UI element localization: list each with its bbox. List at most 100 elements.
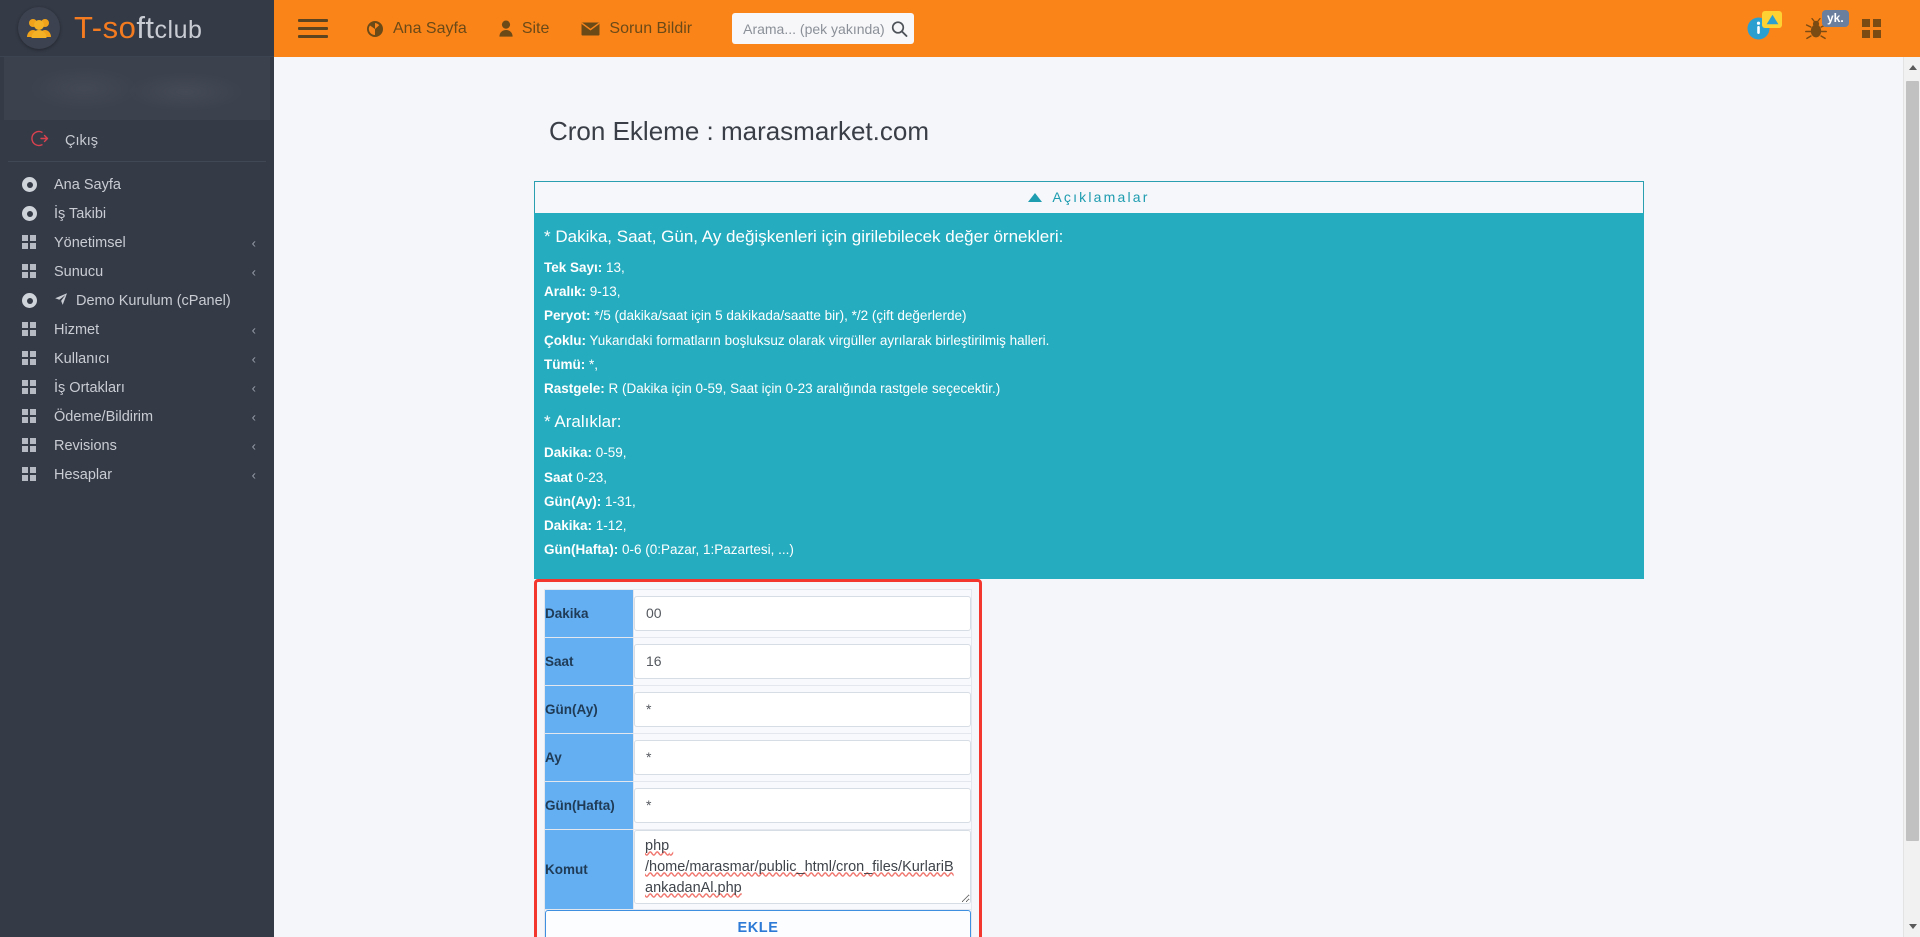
info-desc: 9-13, xyxy=(586,284,621,300)
info-desc: 13, xyxy=(602,259,625,275)
app-root: T-softclub Çıkış Ana Sayfa İş Takibi Yön… xyxy=(0,0,1920,937)
gun-ay-input[interactable] xyxy=(634,691,971,727)
sidebar-item-yonetimsel[interactable]: Yönetimsel ‹ xyxy=(0,228,274,257)
field-label: Dakika xyxy=(544,588,634,638)
sidebar-item-label: Hizmet xyxy=(54,321,100,338)
logout-label: Çıkış xyxy=(65,132,99,149)
chevron-left-icon: ‹ xyxy=(251,322,256,337)
sidebar-item-label: Kullanıcı xyxy=(54,350,110,367)
page-scrollbar[interactable] xyxy=(1903,57,1920,937)
sidebar-item-kullanici[interactable]: Kullanıcı ‹ xyxy=(0,344,274,373)
info-desc: *, xyxy=(585,356,599,372)
accordion-toggle-aciklamalar[interactable]: Açıklamalar xyxy=(534,180,1644,213)
scrollbar-thumb[interactable] xyxy=(1906,81,1919,841)
sidebar-item-is-ortaklari[interactable]: İş Ortakları ‹ xyxy=(0,373,274,402)
info-term: Rastgele: xyxy=(544,381,605,397)
table-row: Gün(Ay) xyxy=(544,684,972,734)
grid-icon xyxy=(22,351,44,366)
info-desc: */5 (dakika/saat için 5 dakikada/saatte … xyxy=(590,308,967,324)
saat-input[interactable] xyxy=(634,643,971,679)
info-desc: R (Dakika için 0-59, Saat için 0-23 aral… xyxy=(604,381,1001,397)
sidebar-item-label: Ana Sayfa xyxy=(54,176,121,193)
dakika-input[interactable] xyxy=(634,595,971,631)
user-icon xyxy=(499,20,513,37)
ekle-button[interactable]: EKLE xyxy=(545,909,971,937)
envelope-icon xyxy=(581,22,601,36)
topbar-link-sorun-bildir[interactable]: Sorun Bildir xyxy=(565,0,708,57)
field-label: Ay xyxy=(544,732,634,782)
sidebar-item-label: Hesaplar xyxy=(54,466,113,483)
dot-circle-icon xyxy=(22,293,44,308)
table-row: Dakika xyxy=(544,588,972,638)
info-term: Tek Sayı: xyxy=(544,259,603,275)
brand-part-1: T- xyxy=(74,10,103,45)
info-line: Rastgele: R (Dakika için 0-59, Saat için… xyxy=(544,379,1634,399)
scroll-up-arrow-icon[interactable] xyxy=(1904,59,1920,76)
brand-part-3: ft xyxy=(136,10,155,45)
paper-plane-icon xyxy=(54,292,68,310)
sidebar-item-odeme-bildirim[interactable]: Ödeme/Bildirim ‹ xyxy=(0,402,274,431)
sidebar-item-hizmet[interactable]: Hizmet ‹ xyxy=(0,315,274,344)
grid-icon xyxy=(22,235,44,250)
sidebar-item-label-wrap: Demo Kurulum (cPanel) xyxy=(54,292,231,310)
sidebar-item-label: Yönetimsel xyxy=(54,234,126,251)
cron-form-table: Dakika Saat Gün(Ay) xyxy=(544,588,972,937)
info-desc: 0-59, xyxy=(592,445,627,461)
sidebar-item-sunucu[interactable]: Sunucu ‹ xyxy=(0,257,274,286)
brand-part-4: club xyxy=(154,16,203,44)
search-icon[interactable] xyxy=(891,20,908,37)
bug-badge: yk. xyxy=(1822,9,1849,27)
profile-blurred-content xyxy=(4,57,270,120)
sidebar-item-logout[interactable]: Çıkış xyxy=(8,120,266,162)
sidebar-item-label: Sunucu xyxy=(54,263,104,280)
main-content: Cron Ekleme : marasmarket.com Açıklamala… xyxy=(274,57,1920,937)
sidebar-item-revisions[interactable]: Revisions ‹ xyxy=(0,431,274,460)
chevron-left-icon: ‹ xyxy=(251,264,256,279)
gun-hafta-input[interactable] xyxy=(634,787,971,823)
explanations-panel: Açıklamalar * Dakika, Saat, Gün, Ay deği… xyxy=(534,180,1644,579)
users-group-icon xyxy=(18,7,60,49)
dot-circle-icon xyxy=(22,206,44,221)
app-grid-icon[interactable] xyxy=(1862,18,1882,39)
topbar-link-site[interactable]: Site xyxy=(483,0,566,57)
sidebar-item-is-takibi[interactable]: İş Takibi xyxy=(0,199,274,228)
sidebar-item-demo-kurulum[interactable]: Demo Kurulum (cPanel) xyxy=(0,286,274,315)
scroll-down-arrow-icon[interactable] xyxy=(1904,918,1920,935)
info-desc: Yukarıdaki formatların boşluksuz olarak … xyxy=(586,332,1050,348)
sidebar-nav: Ana Sayfa İş Takibi Yönetimsel ‹ Sunucu … xyxy=(0,162,274,489)
brand-header[interactable]: T-softclub xyxy=(0,0,274,57)
topbar-right-icons: yk. xyxy=(1747,9,1920,40)
grid-icon xyxy=(22,438,44,453)
grid-icon xyxy=(22,409,44,424)
komut-textarea[interactable] xyxy=(634,829,971,904)
ay-input[interactable] xyxy=(634,739,971,775)
sidebar-item-label: İş Ortakları xyxy=(54,379,125,396)
sidebar-item-hesaplar[interactable]: Hesaplar ‹ xyxy=(0,460,274,489)
accordion-label: Açıklamalar xyxy=(1052,189,1150,206)
info-term: Tümü: xyxy=(544,356,586,372)
info-term: Gün(Ay): xyxy=(544,493,602,509)
grid-icon xyxy=(22,322,44,337)
info-line: Tek Sayı: 13, xyxy=(544,258,1634,278)
info-term: Gün(Hafta): xyxy=(544,542,619,558)
sidebar-item-label: Ödeme/Bildirim xyxy=(54,408,154,425)
info-line: Gün(Ay): 1-31, xyxy=(544,492,1634,512)
sidebar-item-ana-sayfa[interactable]: Ana Sayfa xyxy=(0,170,274,199)
topbar-link-label: Site xyxy=(521,20,550,37)
search-input[interactable] xyxy=(732,13,915,44)
info-icon[interactable] xyxy=(1747,11,1782,40)
hamburger-icon[interactable] xyxy=(298,17,328,41)
chevron-left-icon: ‹ xyxy=(251,380,256,395)
sidebar: T-softclub Çıkış Ana Sayfa İş Takibi Yön… xyxy=(0,0,274,937)
logout-arrow-icon xyxy=(30,129,49,153)
info-term: Dakika: xyxy=(544,445,593,461)
field-label: Gün(Hafta) xyxy=(544,780,634,830)
dashboard-icon xyxy=(366,20,384,38)
info-heading: * Dakika, Saat, Gün, Ay değişkenleri içi… xyxy=(544,226,1064,246)
topbar-link-ana-sayfa[interactable]: Ana Sayfa xyxy=(350,0,483,57)
table-row: Gün(Hafta) xyxy=(544,780,972,830)
info-line: Gün(Hafta): 0-6 (0:Pazar, 1:Pazartesi, .… xyxy=(544,540,1634,560)
bug-icon[interactable]: yk. xyxy=(1804,9,1849,40)
grid-icon xyxy=(22,264,44,279)
dot-circle-icon xyxy=(22,177,44,192)
